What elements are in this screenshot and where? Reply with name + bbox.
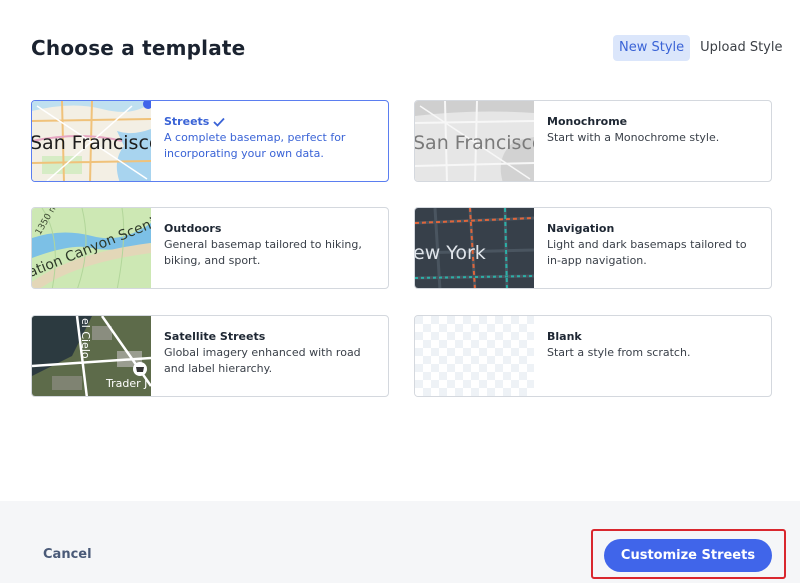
monochrome-title: Monochrome: [547, 115, 628, 128]
template-card-navigation[interactable]: ew York Navigation Light and dark basema…: [414, 207, 772, 289]
check-icon: [213, 117, 226, 127]
streets-description: A complete basemap, perfect for incorpor…: [164, 131, 346, 160]
satellite-streets-title: Satellite Streets: [164, 330, 266, 343]
monochrome-thumb-label: San Francisco: [415, 132, 534, 154]
monochrome-thumbnail: San Francisco: [415, 101, 534, 181]
blank-thumbnail: [415, 316, 534, 396]
outdoors-title: Outdoors: [164, 222, 222, 235]
navigation-thumbnail: ew York: [415, 208, 534, 288]
streets-title: Streets: [164, 115, 210, 128]
satellite-streets-thumbnail: el Cielo Trader J: [32, 316, 151, 396]
streets-thumbnail: San Francisco: [32, 101, 151, 181]
navigation-title: Navigation: [547, 222, 615, 235]
streets-thumb-label: San Francisco: [32, 132, 151, 154]
customize-streets-button[interactable]: Customize Streets: [604, 539, 772, 572]
navigation-thumb-label: ew York: [415, 242, 486, 264]
template-card-blank[interactable]: Blank Start a style from scratch.: [414, 315, 772, 397]
blank-description: Start a style from scratch.: [547, 346, 691, 359]
navigation-description: Light and dark basemaps tailored to in-a…: [547, 238, 747, 267]
template-card-satellite-streets[interactable]: el Cielo Trader J Satellite Streets Glob…: [31, 315, 389, 397]
style-source-tabs: New Style Upload Style: [613, 35, 788, 61]
template-card-outdoors[interactable]: 1350 m ation Canyon Scenic Dr Outdoors G…: [31, 207, 389, 289]
blank-title: Blank: [547, 330, 582, 343]
satellite-thumb-label: Trader J: [106, 377, 148, 390]
dialog-title: Choose a template: [31, 36, 246, 60]
template-card-streets[interactable]: San Francisco Streets A complete basemap…: [31, 100, 389, 182]
tab-upload-style[interactable]: Upload Style: [694, 35, 788, 61]
outdoors-thumbnail: 1350 m ation Canyon Scenic Dr: [32, 208, 151, 288]
template-card-monochrome[interactable]: San Francisco Monochrome Start with a Mo…: [414, 100, 772, 182]
satellite-thumb-street: el Cielo: [79, 318, 92, 359]
cancel-button[interactable]: Cancel: [43, 547, 92, 562]
tab-new-style[interactable]: New Style: [613, 35, 691, 61]
satellite-streets-description: Global imagery enhanced with road and la…: [164, 346, 361, 375]
outdoors-description: General basemap tailored to hiking, biki…: [164, 238, 362, 267]
monochrome-description: Start with a Monochrome style.: [547, 131, 720, 144]
